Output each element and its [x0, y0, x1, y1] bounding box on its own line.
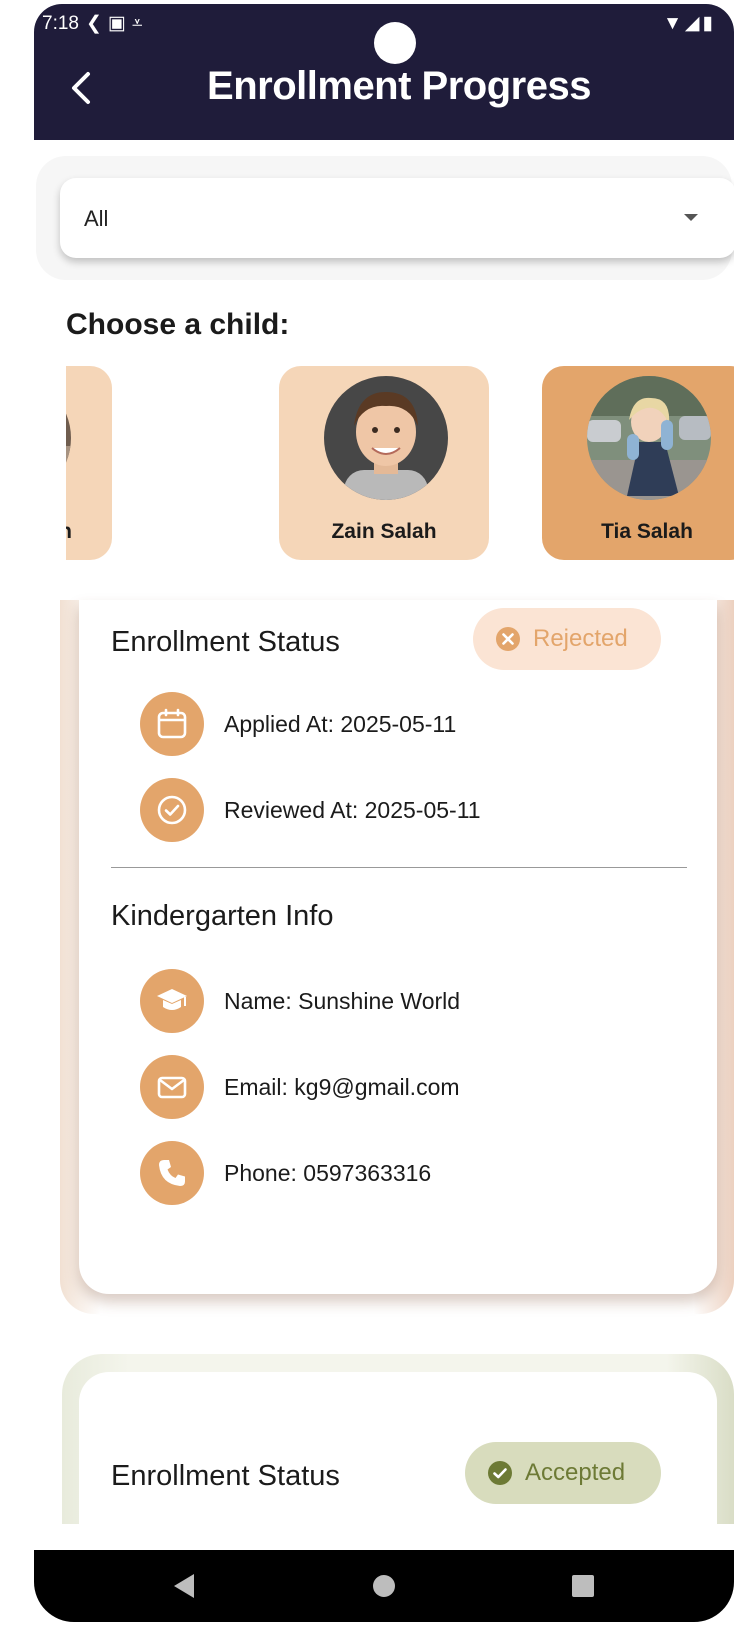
child-name: uri Salah — [66, 520, 112, 544]
kg-phone-row: Phone: 0597363316 — [140, 1141, 431, 1205]
download-done-icon: ⩡ — [131, 13, 149, 34]
phone-icon — [140, 1141, 204, 1205]
status-filter-dropdown[interactable]: All — [60, 178, 734, 258]
graduation-cap-icon — [140, 969, 204, 1033]
phone-screen: 7:18 ❮▣⩡ ▼◢▮ Enrollment Progress All Cho… — [34, 4, 734, 1622]
status-badge: Accepted — [465, 1442, 661, 1504]
applied-at-text: Applied At: 2025-05-11 — [224, 710, 457, 737]
reviewed-at-text: Reviewed At: 2025-05-11 — [224, 796, 481, 823]
kg-phone-text: Phone: 0597363316 — [224, 1159, 432, 1186]
mail-icon — [140, 1055, 204, 1119]
child-card-tia[interactable]: Tia Salah — [542, 366, 734, 560]
section-divider — [111, 867, 687, 868]
kg-email-row: Email: kg9@gmail.com — [140, 1055, 460, 1119]
kg-name-text: Name: Sunshine World — [224, 987, 461, 1014]
child-card-nuri[interactable]: uri Salah — [66, 366, 112, 560]
status-time: 7:18 — [42, 13, 79, 34]
a-box-icon: ▣ — [107, 13, 132, 34]
system-nav-bar — [34, 1550, 734, 1622]
enrollment-status-title: Enrollment Status — [111, 626, 340, 658]
enrollment-status-title: Enrollment Status — [111, 1460, 340, 1492]
wifi-icon: ▼ — [663, 13, 685, 34]
dropdown-selected-value: All — [84, 206, 109, 231]
children-carousel[interactable]: uri Salah Zain Salah — [66, 362, 734, 562]
child-avatar — [324, 376, 448, 500]
enrollment-card-1: Enrollment Status Rejected Applied At: 2… — [79, 600, 717, 1294]
status-badge-label: Rejected — [533, 625, 628, 652]
phone-link-icon: ❮ — [86, 13, 108, 34]
applied-at-row: Applied At: 2025-05-11 — [140, 692, 456, 756]
child-avatar — [587, 376, 711, 500]
status-notification-icons: ❮▣⩡ — [86, 12, 149, 35]
check-circle-icon — [488, 1461, 512, 1485]
status-system-icons: ▼◢▮ — [663, 12, 716, 35]
calendar-icon — [140, 692, 204, 756]
enrollment-card-2: Enrollment Status Accepted — [79, 1372, 717, 1532]
child-name: Tia Salah — [601, 520, 693, 543]
page-title: Enrollment Progress — [207, 64, 591, 108]
nav-home-icon[interactable] — [373, 1575, 395, 1597]
kg-email-text: Email: kg9@gmail.com — [224, 1073, 460, 1100]
kg-name-row: Name: Sunshine World — [140, 969, 460, 1033]
nav-recents-icon[interactable] — [572, 1575, 594, 1597]
nav-back-icon[interactable] — [174, 1574, 194, 1598]
x-circle-icon — [496, 627, 520, 651]
camera-cutout — [374, 22, 416, 64]
signal-icon: ◢ — [684, 13, 703, 34]
choose-child-label: Choose a child: — [66, 308, 290, 341]
status-badge-label: Accepted — [525, 1459, 626, 1486]
caret-down-icon — [684, 214, 698, 221]
child-avatar — [66, 376, 71, 500]
check-circle-outline-icon — [140, 778, 204, 842]
battery-icon: ▮ — [702, 13, 716, 34]
status-badge: Rejected — [473, 608, 661, 670]
reviewed-at-row: Reviewed At: 2025-05-11 — [140, 778, 481, 842]
child-card-zain[interactable]: Zain Salah — [279, 366, 489, 560]
child-name: Zain Salah — [331, 520, 437, 543]
kindergarten-info-title: Kindergarten Info — [111, 900, 334, 932]
